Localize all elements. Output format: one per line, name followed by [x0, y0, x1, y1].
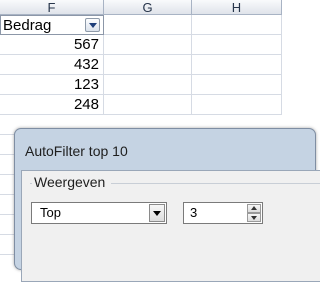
value-cell[interactable]: 432 [0, 55, 104, 75]
column-header-f[interactable]: F [0, 0, 104, 15]
top-bottom-value: Top [40, 205, 61, 220]
value-cell[interactable]: 567 [0, 35, 104, 55]
table-row: 432 [0, 55, 282, 75]
table-row: 248 [0, 95, 282, 115]
cell[interactable] [104, 75, 192, 95]
table-row: 123 [0, 75, 282, 95]
top-bottom-select[interactable]: Top [31, 202, 167, 224]
dialog-body: Weergeven Top 3 [21, 170, 320, 282]
count-stepper[interactable]: 3 [183, 202, 263, 224]
table-row: 567 [0, 35, 282, 55]
cell[interactable] [192, 95, 282, 115]
cell[interactable] [192, 55, 282, 75]
cell[interactable] [104, 55, 192, 75]
column-header-g[interactable]: G [104, 0, 192, 15]
spin-down-icon[interactable] [247, 213, 261, 222]
cell[interactable] [104, 95, 192, 115]
autofilter-dropdown-button[interactable] [85, 18, 100, 32]
cell[interactable] [104, 35, 192, 55]
column-header-h[interactable]: H [192, 0, 282, 15]
autofilter-dialog: AutoFilter top 10 Weergeven Top 3 [14, 128, 320, 282]
filter-header-cell[interactable]: Bedrag [0, 15, 104, 35]
group-label: Weergeven [32, 174, 112, 190]
value-cell[interactable]: 248 [0, 95, 104, 115]
cell[interactable] [192, 35, 282, 55]
dialog-title: AutoFilter top 10 [25, 143, 128, 159]
show-group: Weergeven [30, 174, 320, 284]
spin-up-icon[interactable] [247, 204, 261, 213]
count-value: 3 [190, 205, 198, 220]
cell[interactable] [192, 15, 282, 35]
table-row: Bedrag [0, 15, 282, 35]
chevron-down-icon[interactable] [149, 204, 165, 222]
cell[interactable] [192, 75, 282, 95]
value-cell[interactable]: 123 [0, 75, 104, 95]
filter-header-label: Bedrag [3, 17, 52, 34]
cell[interactable] [104, 15, 192, 35]
